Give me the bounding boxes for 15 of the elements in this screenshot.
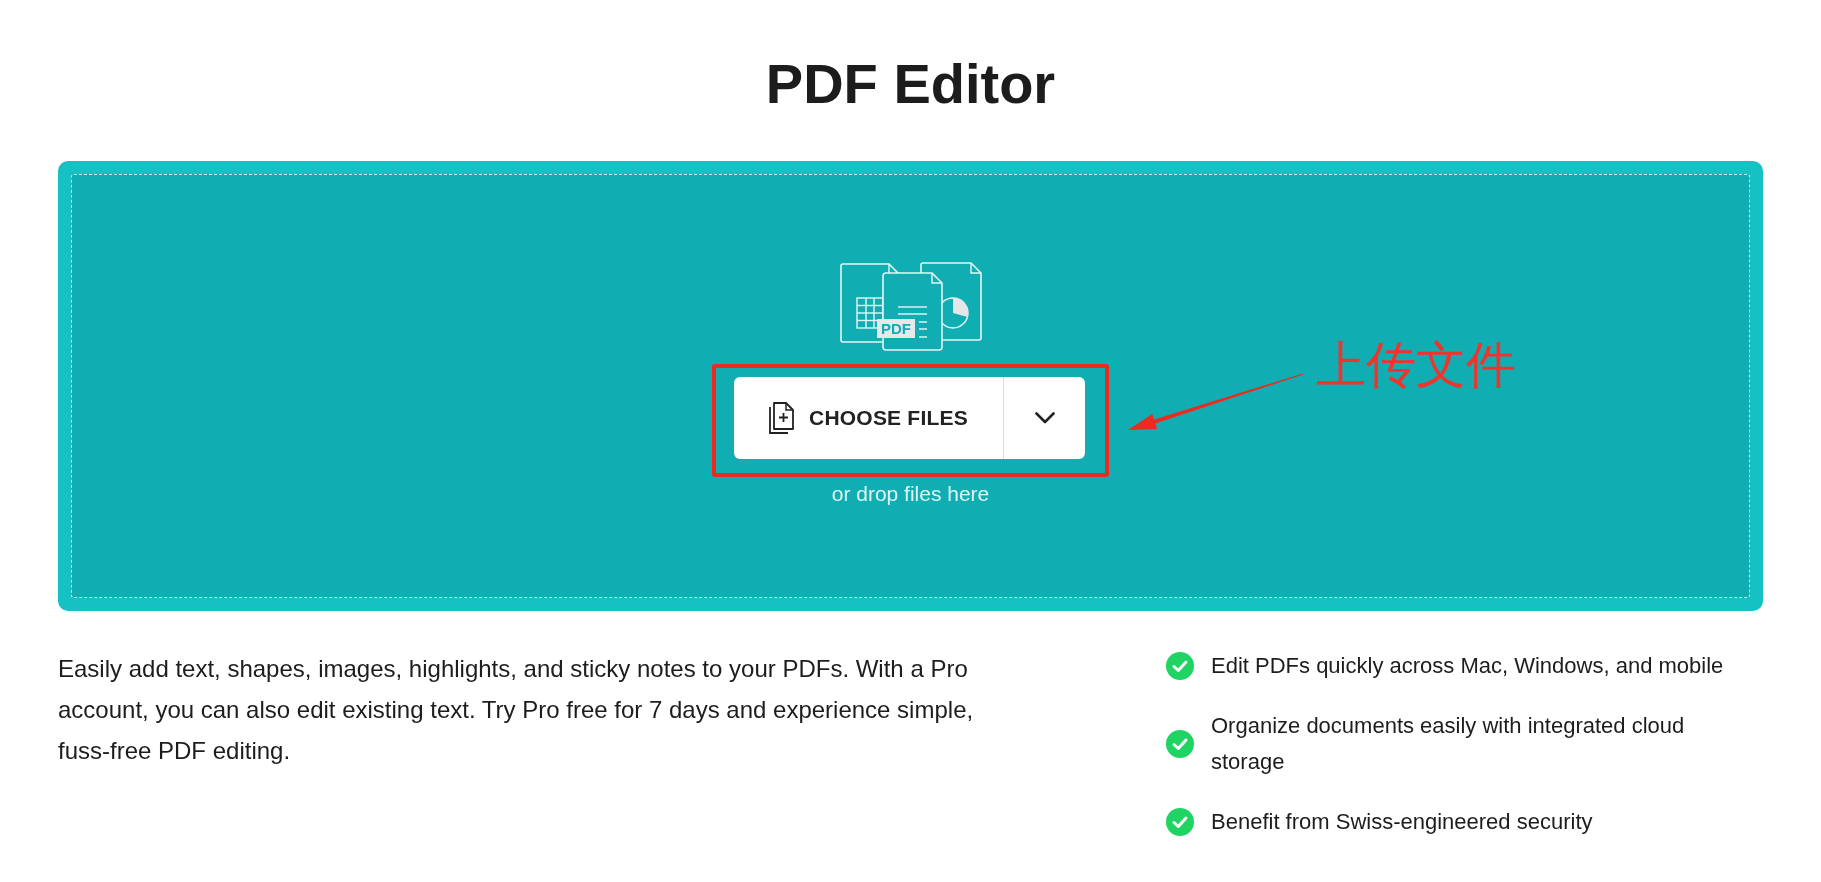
pdf-label: PDF <box>880 320 911 337</box>
check-icon <box>1166 730 1194 758</box>
dropdown-button[interactable] <box>1003 377 1085 459</box>
check-icon <box>1166 808 1194 836</box>
feature-text: Organize documents easily with integrated cloud storage <box>1211 712 1686 776</box>
file-plus-icon <box>769 402 795 434</box>
page-title: PDF Editor <box>764 51 1057 116</box>
annotation-label: 上传文件 <box>1316 336 1516 395</box>
feature-text: Edit PDFs quickly across Mac, Windows, and mobile <box>1211 652 1725 680</box>
feature-text: Benefit from Swiss-engineered security <box>1211 808 1594 836</box>
caret-icon <box>1034 412 1055 424</box>
drop-hint: or drop files here <box>831 482 990 506</box>
check-icon <box>1166 652 1194 680</box>
description-text: Easily add text, shapes, images, highlights, and sticky notes to your PDFs. With a Pro account, you can also edit existing text. Try Pro free for 7 days and experience simple, fuss-free PDF editing. <box>58 654 975 766</box>
choose-files-button[interactable]: CHOOSE FILES <box>734 377 1003 459</box>
